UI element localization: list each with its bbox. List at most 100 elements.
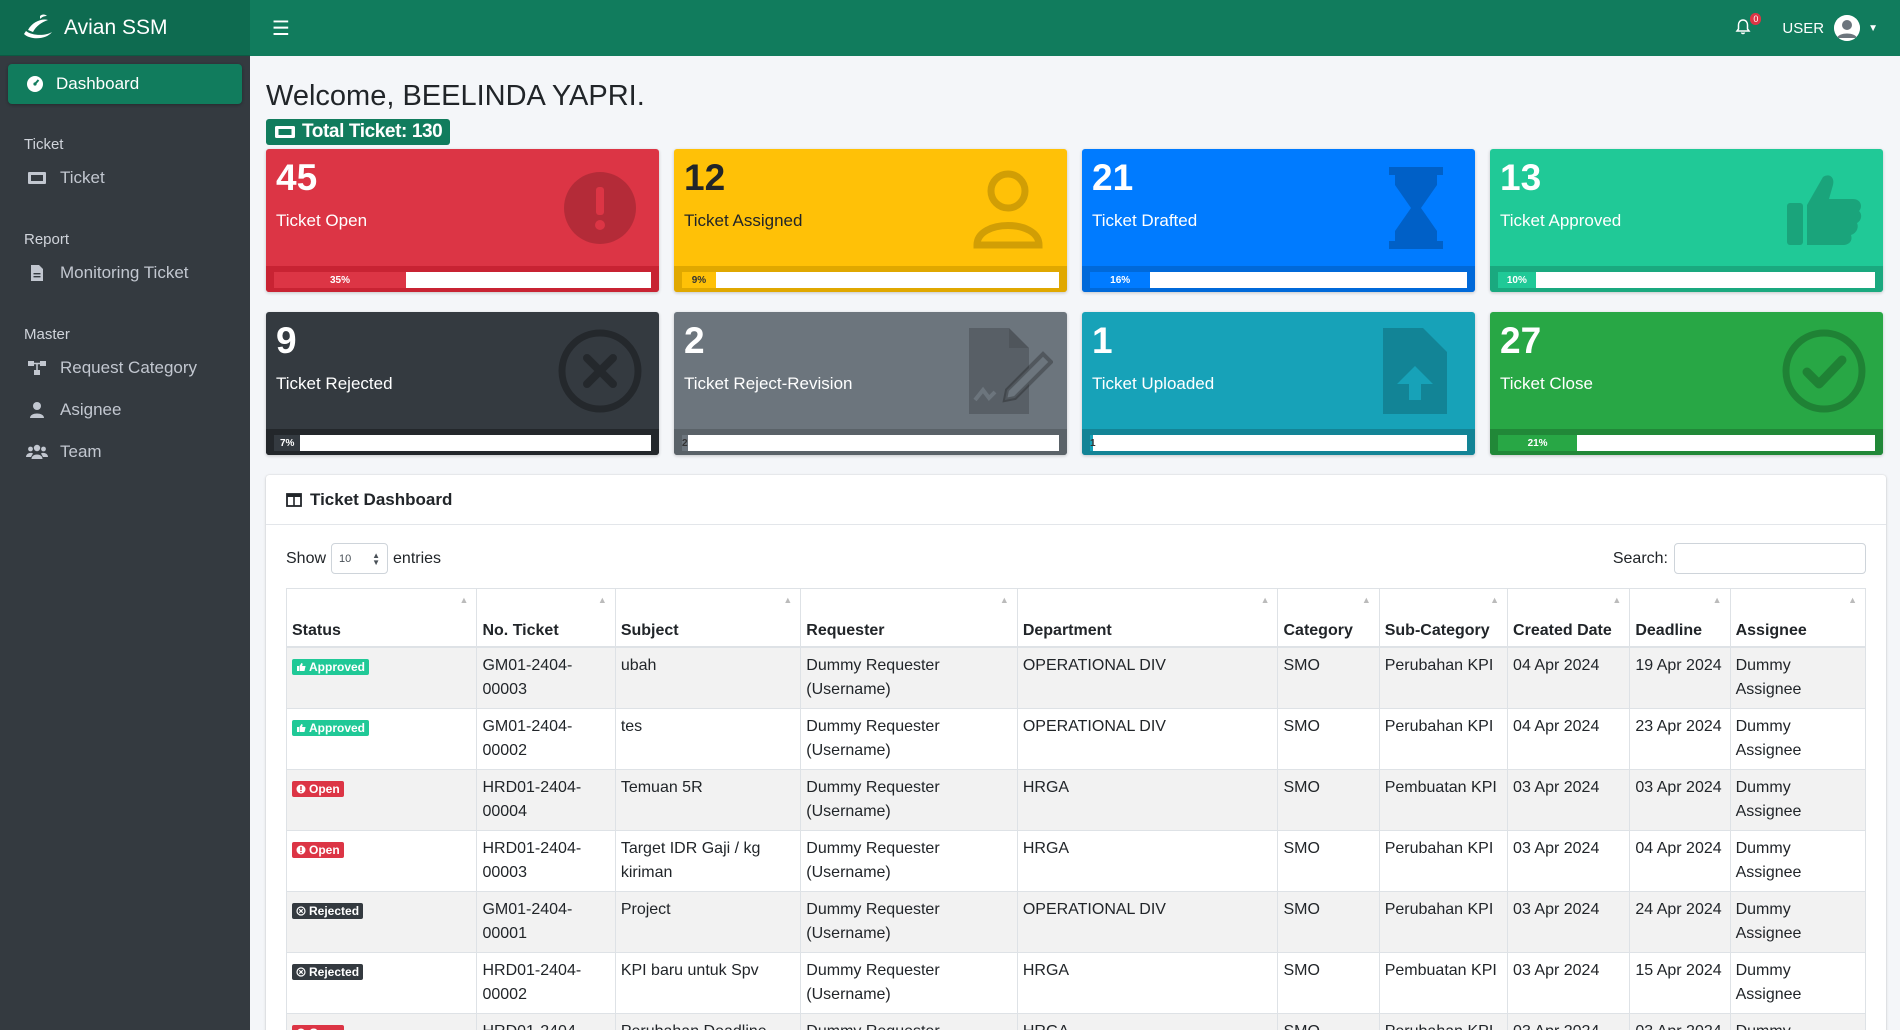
card-count: 9: [276, 320, 297, 361]
table-cell-created: 03 Apr 2024: [1507, 768, 1631, 830]
sidebar-item-label: Asignee: [60, 400, 122, 419]
sidebar-item-team[interactable]: Team: [0, 431, 250, 473]
cell-text: 23 Apr 2024: [1635, 717, 1722, 735]
card-ticket-reject-revision[interactable]: 2 Ticket Reject-Revision 2: [674, 312, 1067, 455]
table-cell-requester: Dummy Requester (Username): [800, 768, 1018, 830]
sort-icon[interactable]: ▲: [460, 595, 469, 605]
sidebar-item-label: Request Category: [60, 358, 198, 377]
sort-icon[interactable]: ▲: [1000, 595, 1009, 605]
thumbs-up-icon: [297, 662, 306, 671]
progress-bar: 16%: [1090, 272, 1467, 288]
card-title: Ticket Dashboard: [310, 489, 453, 509]
card-ticket-assigned[interactable]: 12 Ticket Assigned 9%: [674, 149, 1067, 292]
table-row[interactable]: Open HRD01-2404-00003 Target IDR Gaji / kg…: [285, 829, 1867, 891]
check-circle-icon: [1782, 329, 1866, 413]
table-cell-deadline: 23 Apr 2024: [1629, 707, 1731, 769]
page-size-select[interactable]: 10 ▲ ▼: [331, 543, 389, 574]
column-header-label: Category: [1283, 621, 1353, 639]
sidebar-item-ticket[interactable]: Ticket: [0, 157, 250, 199]
table-columns-icon: [286, 492, 302, 507]
table-cell-requester: Dummy Requester (Username): [800, 890, 1018, 952]
table-row[interactable]: Approved GM01-2404-00003 ubah Dummy Request…: [285, 646, 1867, 708]
table-cell-requester: Dummy Requester (Username): [800, 951, 1018, 1013]
table-cell-deadline: 24 Apr 2024: [1629, 890, 1731, 952]
table-cell-subject: ubah: [614, 646, 802, 708]
file-upload-icon: [1383, 328, 1447, 414]
table-cell-assignee: Dummy Assignee: [1729, 646, 1867, 708]
table-row[interactable]: Open HRD01-2404-00001 Perubahan Deadline Du…: [285, 1012, 1867, 1030]
card-ticket-rejected[interactable]: 9 Ticket Rejected 7%: [266, 312, 659, 455]
sort-icon[interactable]: ▲: [598, 595, 607, 605]
sidebar-item-request-category[interactable]: Request Category: [0, 347, 250, 389]
card-label: Ticket Assigned: [684, 211, 803, 230]
times-circle-icon: [296, 966, 306, 977]
card-ticket-open[interactable]: 45 Ticket Open 35%: [266, 149, 659, 292]
table-row[interactable]: Rejected HRD01-2404-00002 KPI baru untuk S…: [285, 951, 1867, 1013]
cell-text: Dummy Requester (Username): [806, 1023, 939, 1030]
menu-toggle-icon[interactable]: ☰: [272, 16, 290, 41]
sidebar-item-label: Team: [60, 442, 102, 461]
user-dropdown-caret-icon[interactable]: ▼: [1868, 23, 1878, 34]
column-header[interactable]: Category ▲: [1277, 588, 1380, 648]
search-label: Search:: [1612, 549, 1668, 567]
file-signature-icon: [969, 328, 1053, 414]
sidebar-item-monitoring-ticket[interactable]: Monitoring Ticket: [0, 252, 250, 294]
table-cell-subject: Target IDR Gaji / kg kiriman: [614, 829, 802, 891]
table-row[interactable]: Open HRD01-2404-00004 Temuan 5R Dummy Reque…: [285, 768, 1867, 830]
sort-icon[interactable]: ▲: [1612, 595, 1621, 605]
card-ticket-drafted[interactable]: 21 Ticket Drafted 16%: [1082, 149, 1475, 292]
cell-text: HRGA: [1022, 778, 1070, 796]
progress-bar: 1: [1090, 435, 1467, 451]
sort-icon[interactable]: ▲: [1362, 595, 1371, 605]
card-ticket-close[interactable]: 27 Ticket Close 21%: [1490, 312, 1883, 455]
sort-icon[interactable]: ▲: [1261, 595, 1270, 605]
sitemap-icon: [26, 358, 48, 378]
table-cell-subject: KPI baru untuk Spv: [614, 951, 802, 1013]
column-header-label: Assignee: [1735, 621, 1807, 639]
cell-text: OPERATIONAL DIV: [1022, 900, 1166, 918]
search-input[interactable]: [1674, 543, 1866, 574]
cell-text: OPERATIONAL DIV: [1022, 656, 1166, 674]
cell-text: GM01-2404-00001: [482, 900, 573, 942]
column-header[interactable]: Sub-Category ▲: [1378, 588, 1509, 648]
status-badge: Approved: [292, 719, 370, 736]
sort-icon[interactable]: ▲: [1713, 595, 1722, 605]
brand[interactable]: Avian SSM: [0, 0, 250, 56]
cell-text: Pembuatan KPI: [1384, 778, 1497, 796]
cell-text: HRD01-2404-00001: [482, 1023, 581, 1030]
avatar[interactable]: [1834, 15, 1861, 41]
column-header[interactable]: Assignee ▲: [1729, 588, 1867, 648]
table-cell-category: SMO: [1277, 768, 1380, 830]
status-label: Approved: [309, 720, 366, 735]
table-cell-department: HRGA: [1016, 951, 1279, 1013]
user-label[interactable]: USER: [1782, 20, 1824, 37]
status-badge: Approved: [292, 658, 370, 675]
cell-text: Perubahan KPI: [1384, 839, 1494, 857]
table-cell-subcategory: Perubahan KPI: [1378, 829, 1509, 891]
notification-bell-icon[interactable]: 0: [1734, 13, 1762, 38]
table-cell-status: Open: [285, 829, 478, 891]
card-ticket-uploaded[interactable]: 1 Ticket Uploaded 1: [1082, 312, 1475, 455]
cell-text: Perubahan Deadline: [621, 1023, 767, 1030]
sort-icon[interactable]: ▲: [1848, 595, 1857, 605]
sidebar-item-asignee[interactable]: Asignee: [0, 389, 250, 431]
column-header[interactable]: Department ▲: [1016, 588, 1279, 648]
card-count: 45: [276, 157, 318, 198]
column-header[interactable]: Subject ▲: [614, 588, 802, 648]
table-row[interactable]: Approved GM01-2404-00002 tes Dummy Requeste…: [285, 707, 1867, 769]
table-row[interactable]: Rejected GM01-2404-00001 Project Dummy Requ…: [285, 890, 1867, 952]
sort-icon[interactable]: ▲: [783, 595, 792, 605]
column-header[interactable]: Status ▲: [285, 588, 478, 648]
column-header[interactable]: Created Date ▲: [1507, 588, 1631, 648]
card-ticket-approved[interactable]: 13 Ticket Approved 10%: [1490, 149, 1883, 292]
sidebar-item-dashboard[interactable]: Dashboard: [8, 64, 242, 104]
sort-icon[interactable]: ▲: [1490, 595, 1499, 605]
column-header[interactable]: No. Ticket ▲: [476, 588, 616, 648]
column-header[interactable]: Deadline ▲: [1629, 588, 1731, 648]
table-cell-department: HRGA: [1016, 768, 1279, 830]
cell-text: 03 Apr 2024: [1513, 1023, 1599, 1030]
column-header[interactable]: Requester ▲: [800, 588, 1018, 648]
card-count: 21: [1092, 157, 1134, 198]
table-cell-assignee: Dummy Assignee: [1729, 829, 1867, 891]
table-cell-assignee: Dummy Assignee: [1729, 890, 1867, 952]
